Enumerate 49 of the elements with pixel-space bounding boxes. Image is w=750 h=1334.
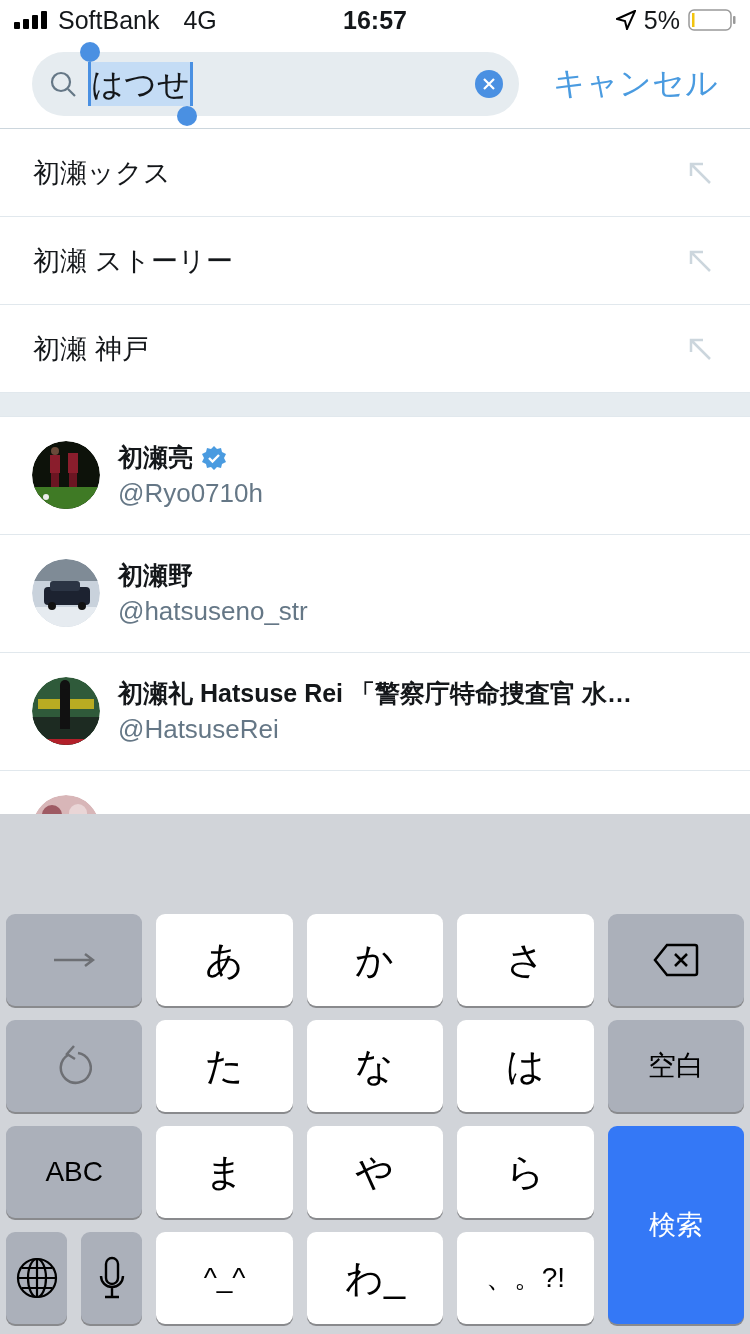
user-handle: @Ryo0710h <box>118 478 263 509</box>
keyboard-key[interactable]: か <box>306 914 444 1006</box>
user-handle: @hatsuseno_str <box>118 596 308 627</box>
user-name: 初瀬亮 <box>118 442 193 473</box>
clear-button[interactable] <box>475 70 503 98</box>
selection-handle[interactable] <box>177 106 197 126</box>
signal-icon <box>14 11 50 29</box>
keyboard-key[interactable]: わ_ <box>306 1232 444 1324</box>
backspace-icon <box>652 943 699 977</box>
arrow-icon <box>53 952 96 968</box>
keyboard-key[interactable]: た <box>156 1020 293 1112</box>
arrow-icon <box>688 160 712 185</box>
keyboard-key[interactable]: 、。?! <box>457 1232 594 1324</box>
arrow-icon <box>688 248 712 273</box>
keyboard-key[interactable]: 空白 <box>607 1020 744 1112</box>
arrow-icon <box>688 336 712 361</box>
search-icon <box>50 71 76 97</box>
user-item[interactable]: 初瀬亮 @Ryo0710h <box>0 417 750 535</box>
globe-key[interactable] <box>6 1232 68 1324</box>
battery-percent: 5% <box>643 5 680 35</box>
battery-icon <box>688 9 736 31</box>
keyboard-key[interactable]: は <box>457 1020 594 1112</box>
keyboard-key[interactable]: ら <box>457 1126 594 1218</box>
keyboard-key[interactable]: や <box>306 1126 444 1218</box>
clock-time: 16:57 <box>343 5 407 35</box>
location-icon <box>615 10 636 30</box>
keyboard-key[interactable]: さ <box>457 914 594 1006</box>
keyboard-key[interactable]: ま <box>156 1126 293 1218</box>
microphone-icon <box>97 1256 126 1300</box>
user-name: 初瀬野 <box>118 560 193 591</box>
keyboard-key[interactable]: あ <box>156 914 293 1006</box>
user-name: 初瀬礼 Hatsuse Rei 「警察庁特命捜査官 水… <box>118 678 632 709</box>
suggestion-item[interactable]: 初瀬ックス <box>0 129 750 217</box>
keyboard-key[interactable]: ^_^ <box>156 1232 293 1324</box>
user-item[interactable]: 初瀬礼 Hatsuse Rei 「警察庁特命捜査官 水… @HatsuseRei <box>0 653 750 771</box>
network-type: 4G <box>183 5 217 35</box>
microphone-key[interactable] <box>81 1232 143 1324</box>
keyboard-key[interactable]: な <box>306 1020 444 1112</box>
search-field[interactable]: はつせ <box>32 52 519 116</box>
user-item[interactable]: 初瀬野 @hatsuseno_str <box>0 535 750 653</box>
search-key[interactable]: 検索 <box>607 1126 744 1324</box>
keyboard-key[interactable]: ABC <box>6 1126 143 1218</box>
delete-key[interactable] <box>607 914 744 1006</box>
search-text: はつせ <box>88 62 193 106</box>
carrier-name: SoftBank <box>58 5 160 35</box>
globe-icon <box>15 1257 58 1299</box>
selection-handle[interactable] <box>80 42 100 62</box>
suggestion-item[interactable]: 初瀬 ストーリー <box>0 217 750 305</box>
user-handle: @HatsuseRei <box>118 714 280 745</box>
